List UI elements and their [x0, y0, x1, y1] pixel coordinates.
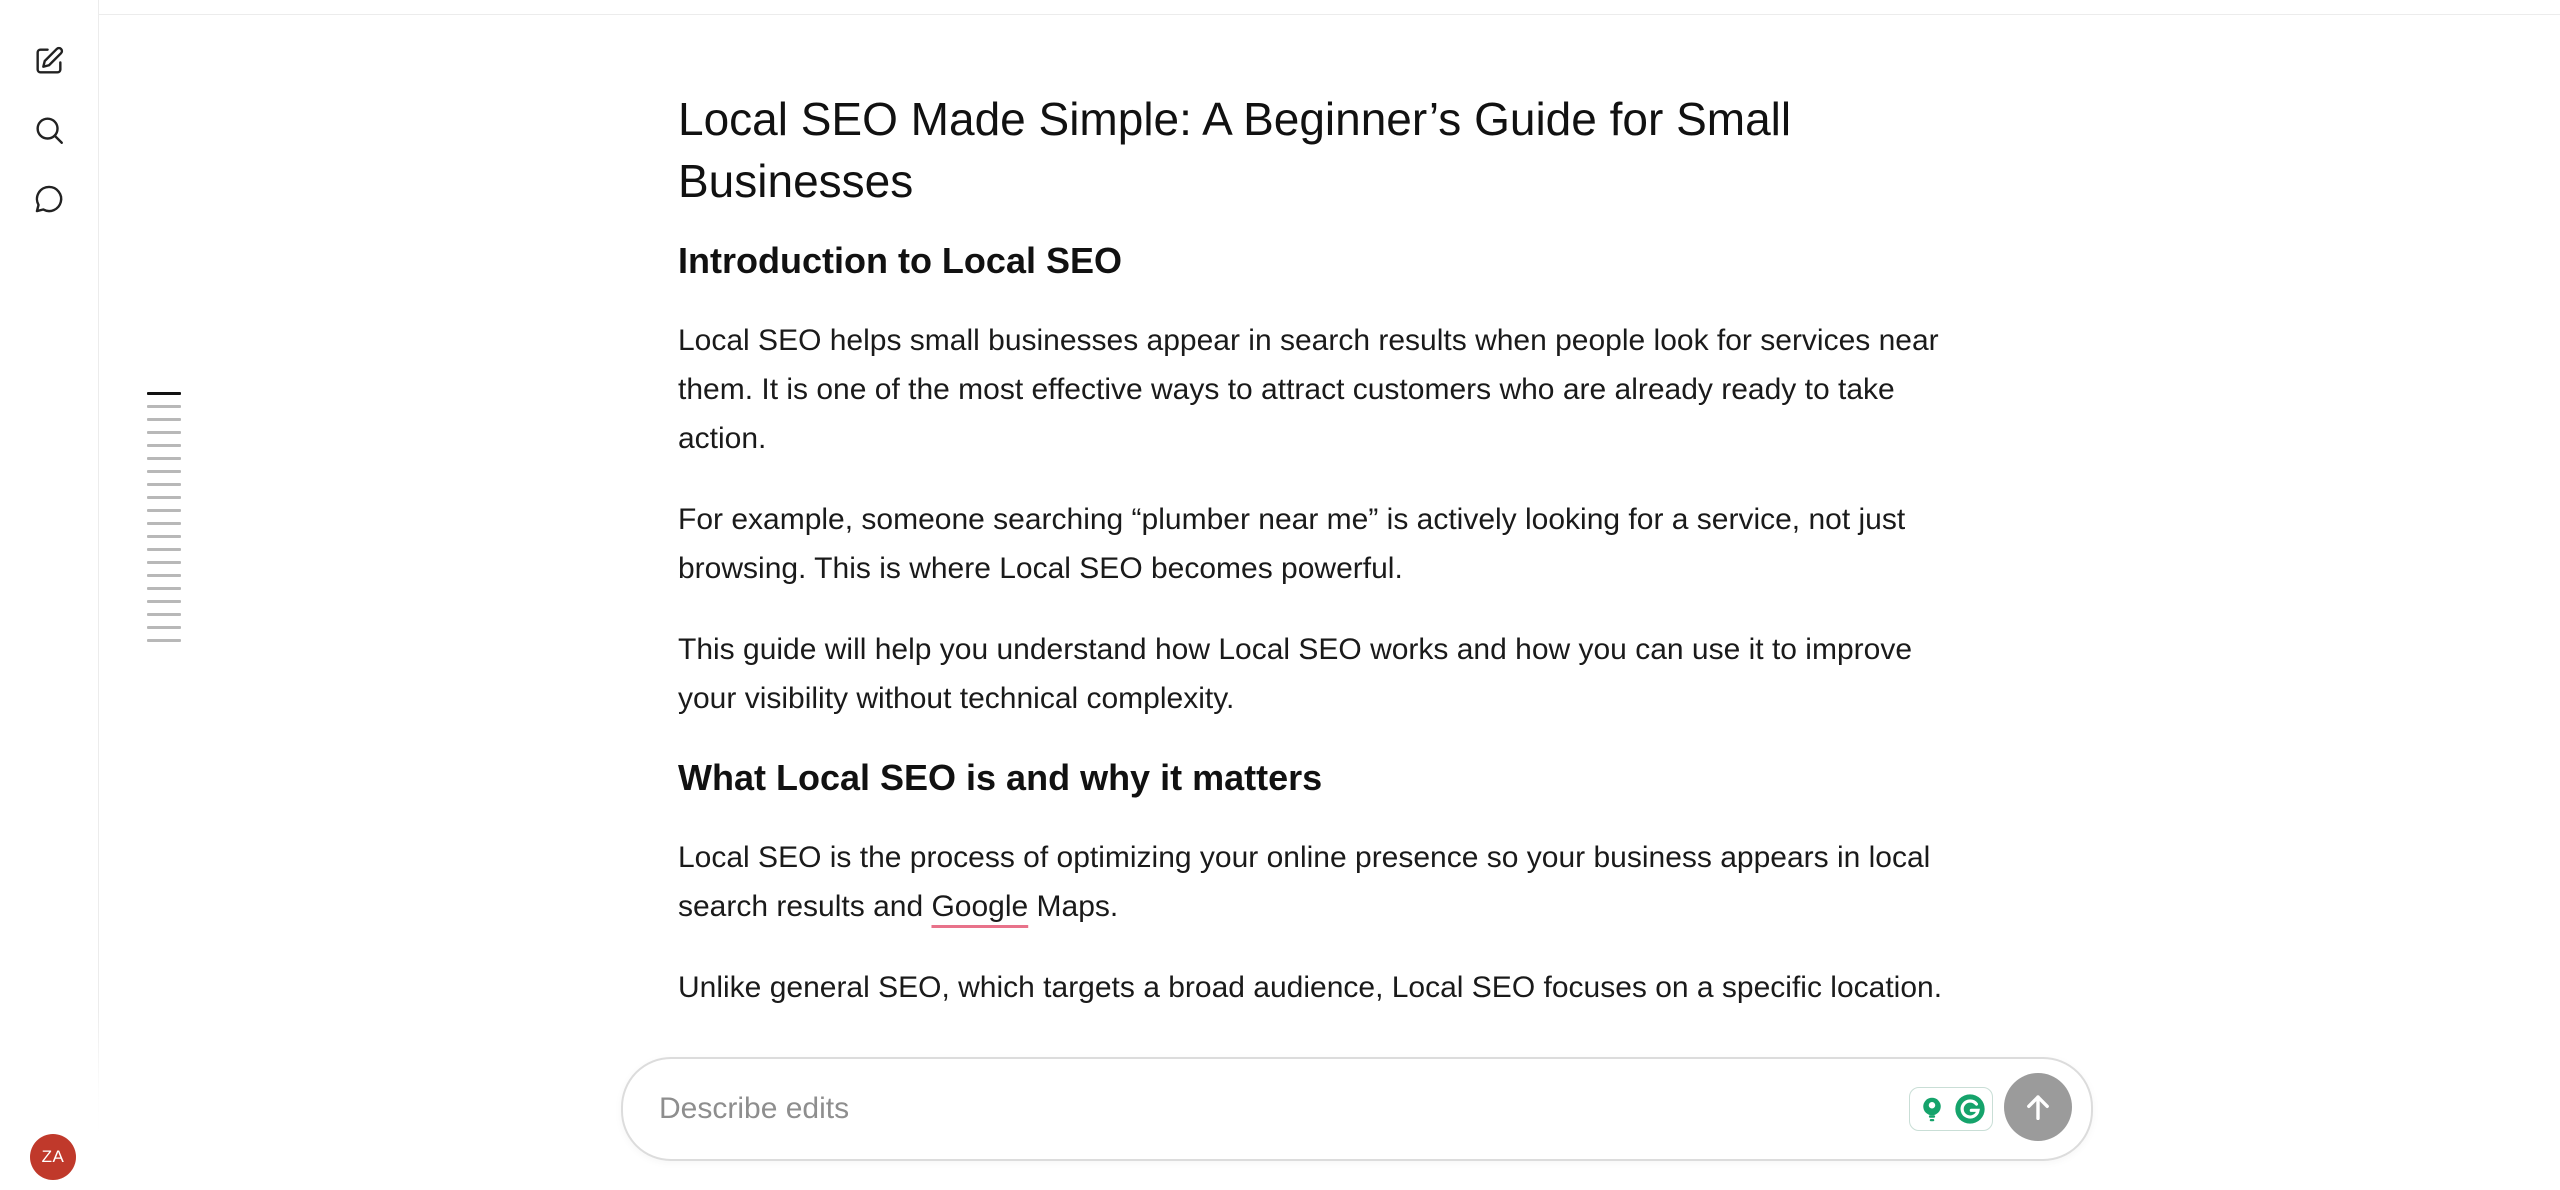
section-heading: Introduction to Local SEO [678, 240, 1122, 281]
new-chat-button[interactable] [26, 38, 72, 84]
arrow-up-icon [2027, 1095, 2049, 1121]
app-window: ZA Local SEO Made Simple: A Beginner’s G… [0, 0, 2560, 1190]
left-rail: ZA [0, 0, 99, 1190]
document: Local SEO Made Simple: A Beginner’s Guid… [678, 88, 1953, 1044]
document-title: Local SEO Made Simple: A Beginner’s Guid… [678, 93, 1792, 207]
lightbulb-icon [1922, 1097, 1941, 1122]
edit-icon [36, 46, 64, 74]
outline-tick[interactable] [147, 431, 181, 434]
outline-tick[interactable] [147, 522, 181, 525]
paragraph-text: Maps. [1028, 890, 1119, 923]
outline-tick[interactable] [147, 470, 181, 473]
chat-bubble-icon [35, 185, 63, 213]
outline-tick[interactable] [147, 509, 181, 512]
outline-tick[interactable] [147, 496, 181, 499]
outline-tick[interactable] [147, 561, 181, 564]
section-heading: What Local SEO is and why it matters [678, 757, 1323, 798]
outline-tick[interactable] [147, 535, 181, 538]
avatar-initials: ZA [41, 1147, 65, 1166]
paragraph: Local SEO is the process of optimizing y… [678, 833, 1953, 931]
send-button[interactable] [2004, 1073, 2072, 1141]
avatar[interactable]: ZA [30, 1134, 76, 1180]
search-button[interactable] [26, 107, 72, 153]
top-divider [98, 14, 2560, 15]
outline-tick[interactable] [147, 613, 181, 616]
outline-tick[interactable] [147, 574, 181, 577]
outline-tick[interactable] [147, 444, 181, 447]
outline-tick[interactable] [147, 626, 181, 629]
outline-tick[interactable] [147, 548, 181, 551]
paragraph: For example, someone searching “plumber … [678, 503, 1906, 585]
grammarly-icon [1955, 1094, 1985, 1124]
paragraph: Unlike general SEO, which targets a broa… [678, 971, 1943, 1004]
outline-tick[interactable] [147, 639, 181, 642]
idea-extension-button[interactable] [1915, 1092, 1949, 1126]
extension-pill [1909, 1087, 1993, 1131]
outline-tick[interactable] [147, 405, 181, 408]
edit-composer [621, 1057, 2093, 1161]
search-icon [36, 117, 63, 144]
outline-tick[interactable] [147, 587, 181, 590]
describe-edits-input[interactable] [657, 1083, 1861, 1135]
paragraph: Local SEO helps small businesses appear … [678, 324, 1939, 455]
paragraph: This guide will help you understand how … [678, 633, 1912, 715]
paragraph-text: Local SEO is the process of optimizing y… [678, 841, 1931, 923]
outline-tick[interactable] [147, 418, 181, 421]
grammarly-button[interactable] [1953, 1092, 1987, 1126]
outline-tick[interactable] [147, 392, 181, 395]
outline-tick[interactable] [147, 457, 181, 460]
outline-tick[interactable] [147, 483, 181, 486]
chats-button[interactable] [26, 176, 72, 222]
document-outline [147, 392, 183, 652]
spelling-flagged-word[interactable]: Google [931, 890, 1028, 923]
outline-tick[interactable] [147, 600, 181, 603]
